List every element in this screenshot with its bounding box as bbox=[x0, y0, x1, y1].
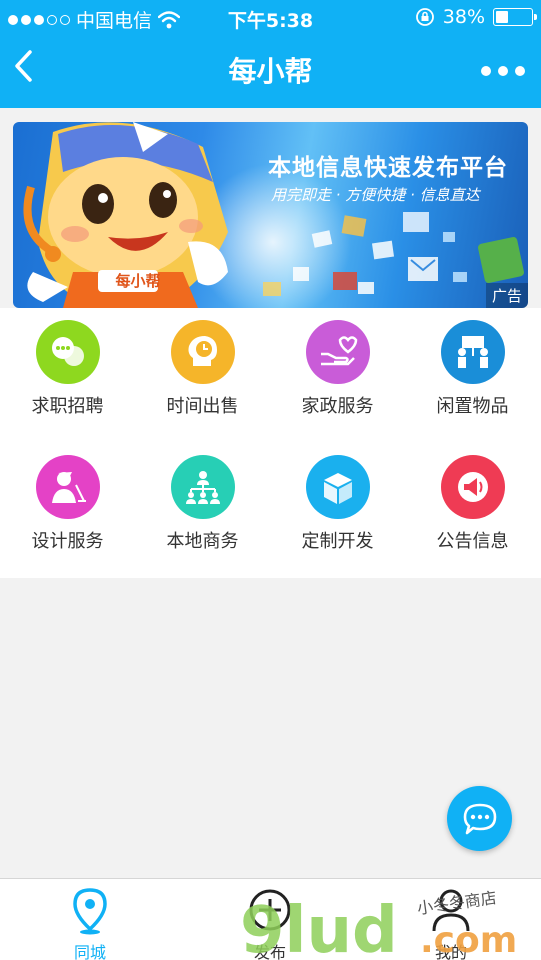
tab-label: 我的 bbox=[434, 943, 467, 960]
category-grid: 求职招聘 时间出售 家政服务 闲置物品 设计服务 本地商务 定制开发 公告信息 bbox=[0, 308, 541, 578]
battery-percent: 38% bbox=[442, 6, 485, 28]
hand-heart-icon bbox=[305, 320, 370, 384]
org-chart-icon bbox=[170, 455, 235, 519]
category-announcement[interactable]: 公告信息 bbox=[405, 443, 540, 563]
ad-label: 广告 bbox=[485, 283, 528, 308]
category-local-business[interactable]: 本地商务 bbox=[135, 443, 270, 563]
tab-label: 同城 bbox=[73, 943, 106, 960]
category-housekeeping[interactable]: 家政服务 bbox=[270, 308, 405, 428]
category-label: 闲置物品 bbox=[436, 396, 509, 417]
tab-publish[interactable]: 发布 bbox=[180, 879, 360, 960]
megaphone-icon bbox=[440, 455, 505, 519]
tab-label: 发布 bbox=[253, 943, 286, 960]
people-board-icon bbox=[440, 320, 505, 384]
tab-bar: 同城 发布 我的 bbox=[0, 878, 541, 960]
mascot-badge: 每小帮 bbox=[115, 272, 161, 290]
category-time-sale[interactable]: 时间出售 bbox=[135, 308, 270, 428]
tab-city[interactable]: 同城 bbox=[0, 879, 180, 960]
category-label: 设计服务 bbox=[31, 531, 104, 552]
top-bar: 中国电信 下午5:38 38% 每小帮 bbox=[0, 0, 541, 108]
more-horizontal-icon bbox=[481, 66, 491, 76]
status-right: 38% bbox=[415, 6, 537, 28]
designer-icon bbox=[35, 455, 100, 519]
plus-circle-icon bbox=[249, 889, 291, 931]
chat-bubbles-icon bbox=[35, 320, 100, 384]
rotation-lock-icon bbox=[415, 8, 434, 26]
status-bar: 中国电信 下午5:38 38% bbox=[0, 0, 541, 34]
banner-title: 本地信息快速发布平台 bbox=[268, 155, 508, 181]
tab-mine[interactable]: 我的 bbox=[361, 879, 541, 960]
category-label: 求职招聘 bbox=[31, 396, 104, 417]
clock-head-icon bbox=[170, 320, 235, 384]
ad-banner[interactable]: 本地信息快速发布平台 用完即走 · 方便快捷 · 信息直达 每小帮 广告 bbox=[13, 122, 528, 308]
category-design[interactable]: 设计服务 bbox=[0, 443, 135, 563]
category-label: 本地商务 bbox=[166, 531, 239, 552]
chat-fab-button[interactable] bbox=[447, 786, 512, 851]
banner-subtitle: 用完即走 · 方便快捷 · 信息直达 bbox=[271, 186, 480, 204]
more-button[interactable] bbox=[481, 56, 525, 86]
battery-icon bbox=[493, 8, 537, 26]
location-pin-icon bbox=[73, 888, 107, 935]
category-label: 时间出售 bbox=[166, 396, 239, 417]
package-box-icon bbox=[305, 455, 370, 519]
category-label: 公告信息 bbox=[436, 531, 509, 552]
category-custom-dev[interactable]: 定制开发 bbox=[270, 443, 405, 563]
category-secondhand[interactable]: 闲置物品 bbox=[405, 308, 540, 428]
category-label: 家政服务 bbox=[301, 396, 374, 417]
user-icon bbox=[432, 889, 470, 932]
category-label: 定制开发 bbox=[301, 531, 374, 552]
chat-bubble-icon bbox=[463, 803, 496, 834]
category-job[interactable]: 求职招聘 bbox=[0, 308, 135, 428]
page-title: 每小帮 bbox=[228, 55, 313, 88]
